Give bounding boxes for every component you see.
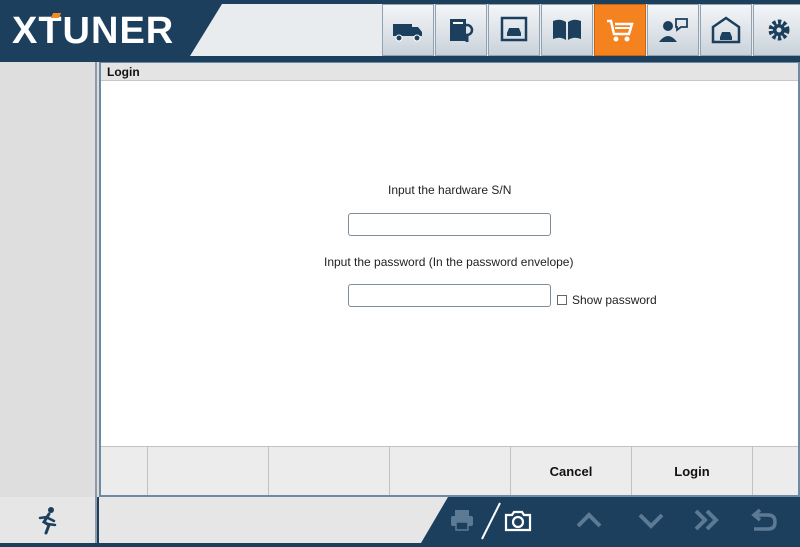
book-search-icon bbox=[450, 19, 474, 42]
chevron-down-icon bbox=[638, 513, 664, 529]
support-button[interactable] bbox=[647, 4, 699, 56]
return-icon bbox=[751, 508, 777, 531]
manual-search-button[interactable] bbox=[435, 4, 487, 56]
footer-bar bbox=[0, 497, 800, 547]
chevron-up-icon bbox=[576, 512, 602, 528]
car-photo-icon bbox=[500, 16, 528, 42]
show-password-toggle[interactable]: Show password bbox=[557, 293, 657, 307]
empty-slot bbox=[148, 447, 269, 495]
empty-slot bbox=[390, 447, 511, 495]
login-button[interactable]: Login bbox=[632, 447, 753, 495]
manual-button[interactable] bbox=[541, 4, 593, 56]
vehicle-gallery-button[interactable] bbox=[488, 4, 540, 56]
open-book-icon bbox=[553, 19, 581, 40]
header-bar: XTUNER bbox=[0, 0, 800, 62]
screenshot-button[interactable] bbox=[498, 503, 538, 537]
empty-slot bbox=[269, 447, 390, 495]
truck-icon bbox=[393, 24, 422, 42]
scroll-up-button[interactable] bbox=[569, 503, 609, 537]
sn-label: Input the hardware S/N bbox=[388, 183, 512, 197]
toolbar bbox=[382, 4, 800, 56]
user-chat-icon bbox=[659, 18, 688, 42]
login-form: Input the hardware S/N Input the passwor… bbox=[101, 81, 798, 445]
print-button[interactable] bbox=[442, 503, 482, 537]
logo-text: XTUNER bbox=[12, 10, 175, 52]
camera-icon bbox=[504, 510, 532, 532]
shopping-cart-icon bbox=[607, 19, 634, 42]
login-panel: Login Input the hardware S/N Input the p… bbox=[99, 62, 800, 497]
printer-icon bbox=[451, 510, 473, 531]
settings-button[interactable] bbox=[753, 4, 800, 56]
garage-button[interactable] bbox=[700, 4, 752, 56]
truck-button[interactable] bbox=[382, 4, 434, 56]
sn-input[interactable] bbox=[348, 213, 551, 236]
empty-slot bbox=[753, 447, 798, 495]
back-button[interactable] bbox=[743, 503, 783, 537]
exit-button[interactable] bbox=[0, 497, 97, 543]
empty-slot bbox=[101, 447, 148, 495]
show-password-checkbox[interactable] bbox=[557, 295, 567, 305]
xtuner-logo: XTUNER bbox=[12, 9, 174, 53]
password-input[interactable] bbox=[348, 284, 551, 307]
action-bar: Cancel Login bbox=[101, 446, 798, 495]
running-man-icon bbox=[38, 507, 56, 535]
scroll-down-button[interactable] bbox=[631, 503, 671, 537]
garage-icon bbox=[711, 16, 741, 44]
app-window: XTUNER Login Input the hardware S/N Inpu… bbox=[0, 0, 800, 547]
shop-button[interactable] bbox=[594, 4, 646, 56]
double-chevron-right-icon bbox=[694, 509, 719, 531]
panel-title: Login bbox=[101, 63, 798, 81]
next-button[interactable] bbox=[687, 503, 727, 537]
password-label: Input the password (In the password enve… bbox=[324, 255, 574, 269]
left-sidebar bbox=[0, 62, 97, 497]
gear-icon bbox=[768, 19, 790, 41]
cancel-button[interactable]: Cancel bbox=[511, 447, 632, 495]
show-password-label: Show password bbox=[572, 293, 657, 307]
